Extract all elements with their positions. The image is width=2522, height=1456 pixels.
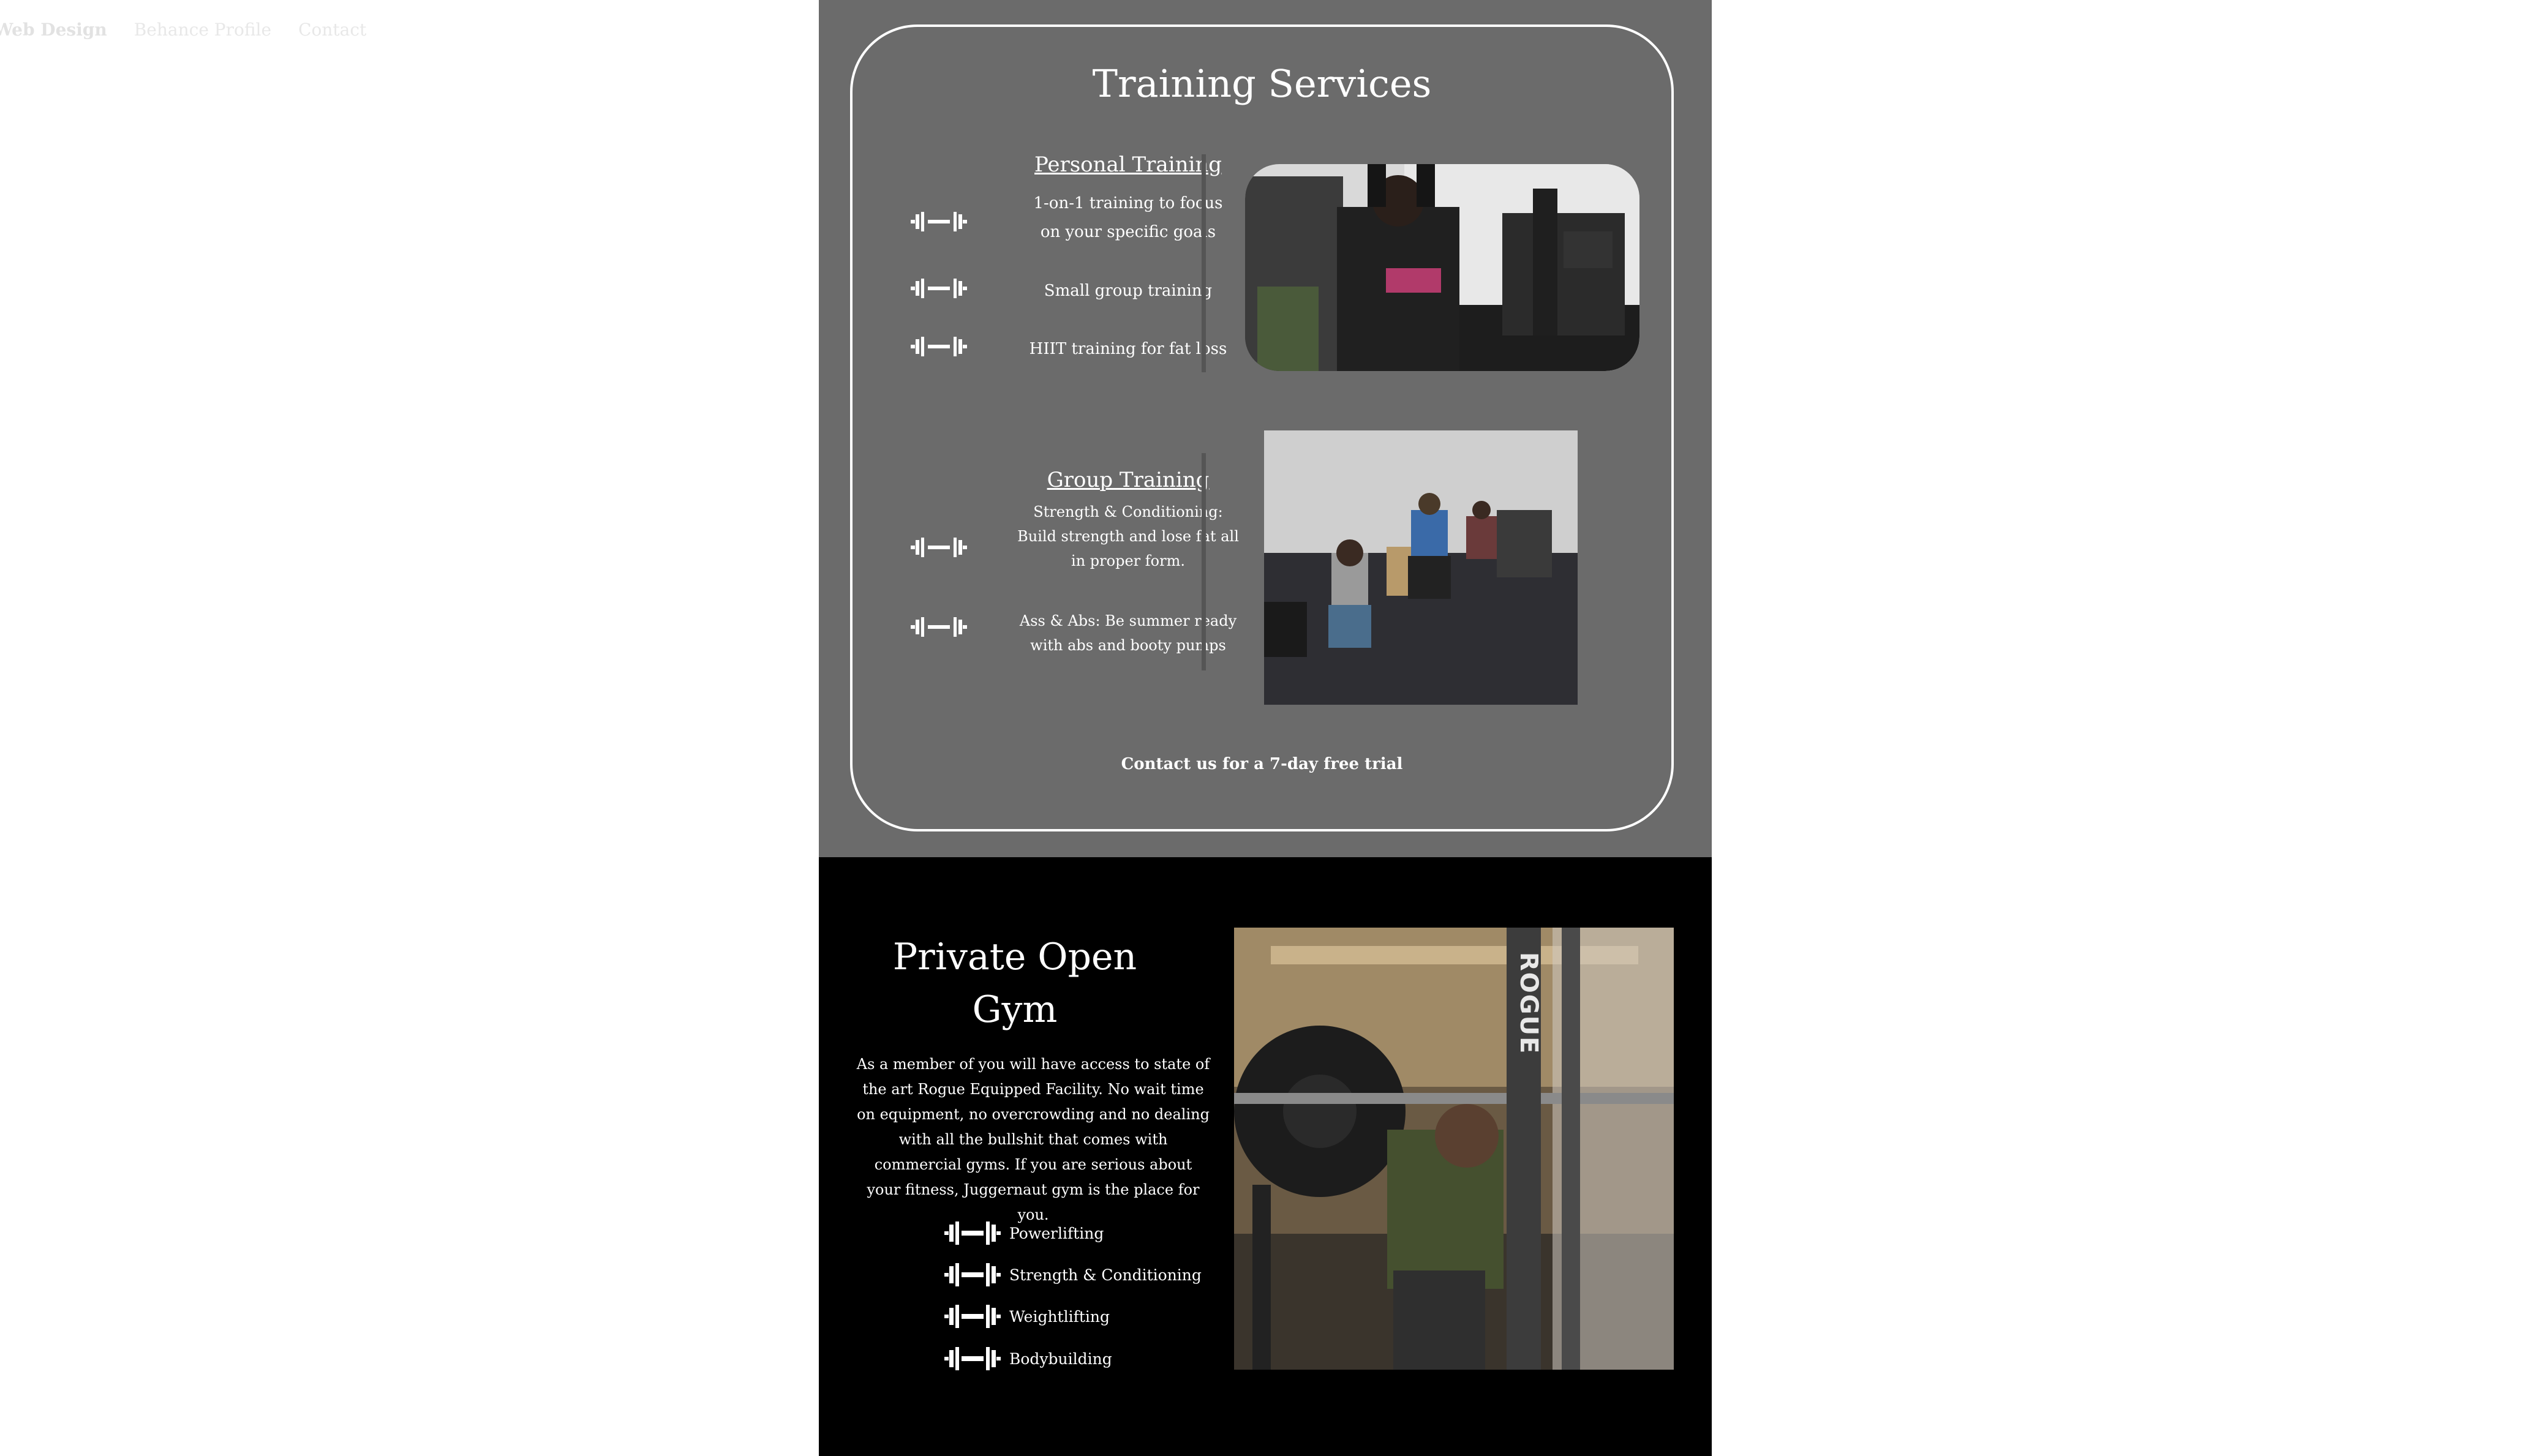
barbell-icon <box>911 279 967 298</box>
open-gym-title-line1: Private Open <box>892 936 1137 978</box>
personal-item-3: HIIT training for fat loss <box>1029 340 1227 358</box>
divider-line <box>1202 154 1206 372</box>
open-gym-title: Private Open Gym <box>886 931 1143 1036</box>
gym-list-item: Weightlifting <box>944 1302 1110 1331</box>
group-item-1: Strength & Conditioning: Build strength … <box>963 500 1293 573</box>
gym-list-item: Strength & Conditioning <box>944 1260 1202 1289</box>
barbell-icon <box>944 1221 1001 1245</box>
personal-item-1-line1: 1-on-1 training to focus <box>1033 194 1223 212</box>
open-gym-title-line2: Gym <box>972 988 1058 1031</box>
gym-list-item: Bodybuilding <box>944 1344 1112 1373</box>
divider-line <box>1202 453 1206 670</box>
barbell-icon <box>911 212 967 231</box>
open-gym-description: As a member of you will have access to s… <box>856 1056 1210 1223</box>
rack-logo-text: ROGUE <box>1515 952 1543 1054</box>
personal-training-title[interactable]: Personal Training <box>963 152 1293 177</box>
gym-list-label: Strength & Conditioning <box>1009 1266 1202 1284</box>
top-nav: Web Design Behance Profile Contact <box>0 20 366 40</box>
barbell-icon <box>944 1347 1001 1370</box>
personal-item-1: 1-on-1 training to focus on your specifi… <box>963 189 1293 247</box>
nav-behance-profile[interactable]: Behance Profile <box>134 20 271 40</box>
personal-item-1-line2: on your specific goals <box>1040 223 1216 241</box>
group-item-1-line1: Strength & Conditioning: <box>1033 503 1223 520</box>
gym-list-label: Powerlifting <box>1009 1224 1104 1242</box>
barbell-icon <box>944 1263 1001 1286</box>
free-trial-cta[interactable]: Contact us for a 7-day free trial <box>853 755 1671 773</box>
personal-training-photo <box>1245 164 1639 371</box>
gym-list-item: Powerlifting <box>944 1218 1104 1248</box>
group-item-2-line1: Ass & Abs: Be summer ready <box>1019 612 1237 629</box>
open-gym-photo: ROGUE <box>1234 928 1674 1370</box>
group-item-2-line2: with abs and booty pumps <box>1030 637 1226 654</box>
gym-list-label: Weightlifting <box>1009 1307 1110 1326</box>
training-services-section: Training Services Personal Training 1-on… <box>819 0 1712 857</box>
barbell-icon <box>911 617 967 637</box>
open-gym-section: Private Open Gym As a member of you will… <box>819 857 1712 1456</box>
group-training-photo <box>1264 430 1578 705</box>
barbell-icon <box>911 538 967 557</box>
training-title: Training Services <box>1092 61 1432 106</box>
barbell-icon <box>944 1305 1001 1328</box>
nav-web-design[interactable]: Web Design <box>0 20 107 40</box>
group-item-2: Ass & Abs: Be summer ready with abs and … <box>963 609 1293 658</box>
group-training-title[interactable]: Group Training <box>963 468 1293 492</box>
training-card: Training Services Personal Training 1-on… <box>850 24 1674 831</box>
gym-list-label: Bodybuilding <box>1009 1349 1112 1368</box>
group-item-1-line2: Build strength and lose fat all <box>1017 528 1239 545</box>
content-column: Training Services Personal Training 1-on… <box>819 0 1712 1456</box>
barbell-icon <box>911 337 967 356</box>
group-item-1-line3: in proper form. <box>1071 552 1185 569</box>
nav-contact[interactable]: Contact <box>298 20 366 40</box>
personal-item-2: Small group training <box>1044 282 1213 300</box>
